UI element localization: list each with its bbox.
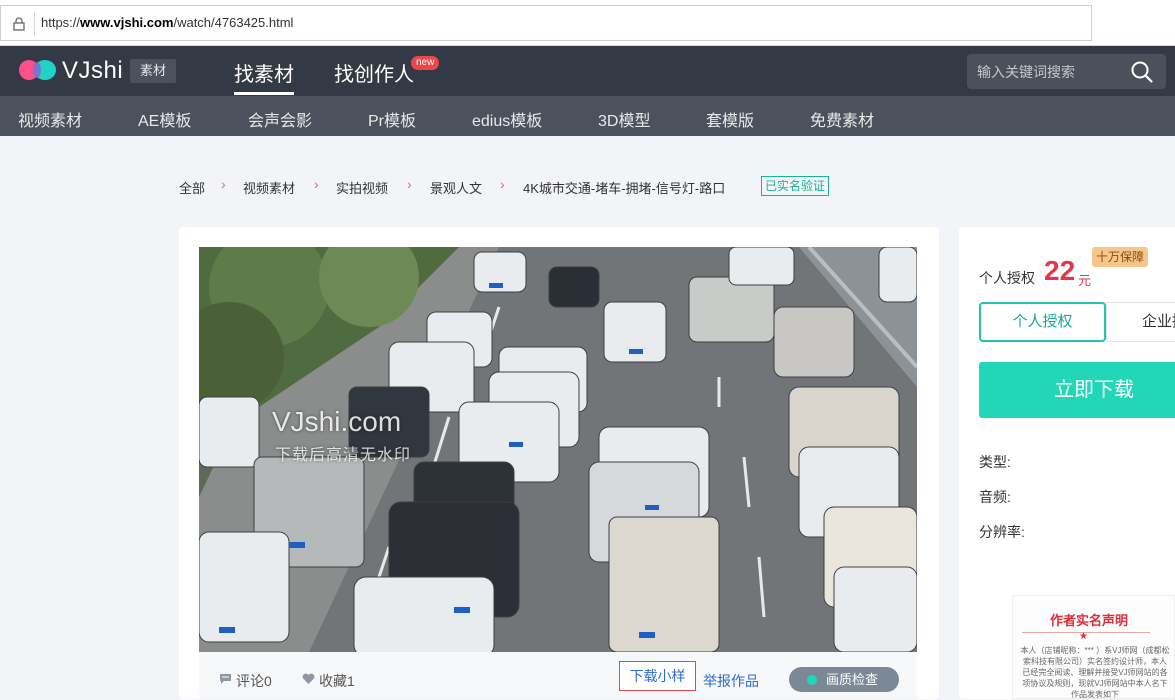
- chevron-right-icon: ›: [407, 176, 412, 192]
- logo-text[interactable]: VJshi: [62, 57, 123, 85]
- subnav-item-video[interactable]: 视频素材: [18, 107, 82, 131]
- subnav-item-free[interactable]: 免费素材: [810, 107, 874, 131]
- chevron-right-icon: ›: [221, 176, 226, 192]
- nav-find-creator[interactable]: 找创作人: [334, 58, 414, 87]
- statement-body: 本人（店铺昵称：*** ）系VJ师网（成都松索科技有限公司）实名签约设计师，本人…: [1020, 646, 1170, 699]
- price-unit: 元: [1078, 273, 1092, 288]
- subnav-item-pr[interactable]: Pr模板: [368, 107, 416, 131]
- chevron-right-icon: ›: [314, 176, 319, 192]
- tab-enterprise-license[interactable]: 企业授: [1106, 302, 1175, 342]
- breadcrumb-item[interactable]: 视频素材: [243, 178, 295, 197]
- search-input[interactable]: [977, 54, 1127, 89]
- address-divider: [34, 12, 35, 36]
- subnav-item-3d[interactable]: 3D模型: [598, 107, 650, 131]
- nav-find-material[interactable]: 找素材: [234, 58, 294, 87]
- breadcrumb-item[interactable]: 景观人文: [430, 178, 482, 197]
- price-value: 22: [1044, 255, 1076, 286]
- subnav-item-edius[interactable]: edius模板: [472, 107, 542, 131]
- logo-icon: [19, 60, 56, 80]
- url-domain: www.vjshi.com: [80, 15, 174, 30]
- chevron-right-icon: ›: [500, 176, 505, 192]
- search-box: [967, 54, 1166, 89]
- subnav-item-ae[interactable]: AE模板: [138, 107, 191, 131]
- quality-check-label: 画质检查: [826, 672, 879, 687]
- favorite-count[interactable]: 收藏1: [319, 671, 355, 691]
- url-text[interactable]: https://www.vjshi.com/watch/4763425.html: [41, 15, 293, 30]
- quality-check-button[interactable]: 画质检查: [789, 667, 899, 692]
- tab-personal-license[interactable]: 个人授权: [979, 302, 1106, 342]
- url-prefix: https://: [41, 15, 81, 30]
- license-label: 个人授权: [979, 270, 1035, 286]
- category-navigation: 视频素材 AE模板 会声会影 Pr模板 edius模板 3D模型 套模版 免费素…: [0, 96, 1175, 136]
- comment-count[interactable]: 评论0: [236, 671, 272, 691]
- type-label: 类型:: [979, 454, 1011, 470]
- url-field[interactable]: https://www.vjshi.com/watch/4763425.html: [0, 5, 1092, 41]
- download-button[interactable]: 立即下载: [979, 362, 1175, 418]
- audio-label: 音频:: [979, 489, 1011, 505]
- statement-title: 作者实名声明: [1050, 613, 1129, 628]
- lock-icon: [13, 17, 25, 31]
- search-icon[interactable]: [1130, 60, 1154, 84]
- comment-icon: [220, 674, 231, 684]
- heart-icon: [302, 673, 315, 684]
- url-path: /watch/4763425.html: [173, 15, 294, 30]
- download-sample-button[interactable]: 下载小样: [619, 661, 696, 691]
- status-dot-icon: [807, 675, 817, 685]
- breadcrumb-item[interactable]: 全部: [179, 178, 205, 197]
- verified-badge: 已实名验证: [761, 176, 830, 196]
- breadcrumb-item[interactable]: 实拍视频: [336, 178, 388, 197]
- breadcrumb-current: 4K城市交通-堵车-拥堵-信号灯-路口: [523, 181, 726, 196]
- top-navigation: VJshi 素材 找素材 找创作人 new: [0, 46, 1175, 96]
- nav-active-underline: [234, 92, 294, 95]
- video-watermark-subtitle: 下载后高清无水印: [275, 447, 412, 464]
- subnav-item-template[interactable]: 套模版: [706, 107, 754, 131]
- star-icon: ★: [1079, 631, 1088, 642]
- report-link[interactable]: 举报作品: [703, 671, 759, 691]
- logo-badge: 素材: [130, 59, 177, 83]
- new-badge: new: [411, 56, 440, 70]
- guarantee-badge: 十万保障: [1092, 247, 1149, 267]
- video-watermark: VJshi.com: [272, 406, 402, 437]
- resolution-label: 分辨率:: [979, 524, 1025, 540]
- subnav-item-huisheng[interactable]: 会声会影: [248, 107, 312, 131]
- browser-address-bar: https://www.vjshi.com/watch/4763425.html: [0, 0, 1175, 46]
